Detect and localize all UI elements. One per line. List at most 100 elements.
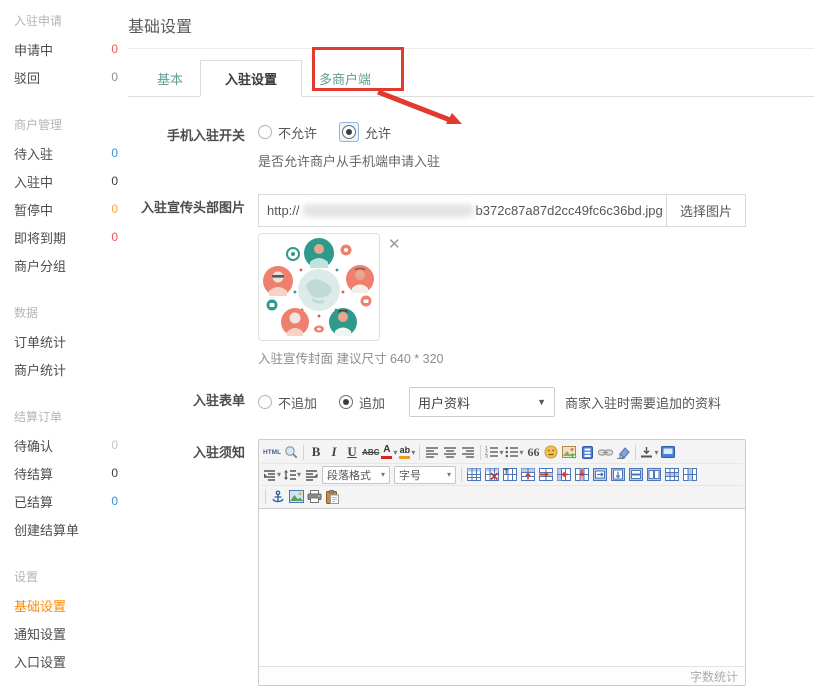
chevron-down-icon: ▼ — [537, 397, 546, 407]
sidebar-item-to-confirm[interactable]: 待确认 0 — [14, 431, 118, 459]
sidebar-item-basic-settings[interactable]: 基础设置 — [14, 591, 118, 619]
align-center-icon[interactable] — [441, 443, 459, 462]
table-head-icon[interactable]: T — [501, 465, 519, 484]
count-badge: 0 — [111, 466, 118, 480]
radio-option-allow[interactable]: 允许 — [339, 122, 391, 142]
insert-hr-icon[interactable]: ▾ — [639, 443, 659, 462]
sidebar-section-merchants: 商户管理 待入驻 0 入驻中 0 暂停中 0 即将到期 0 商户分组 — [14, 110, 118, 279]
anchor-icon[interactable] — [269, 487, 287, 506]
merge-cell-down-icon[interactable] — [609, 465, 627, 484]
merge-cell-right-icon[interactable] — [591, 465, 609, 484]
toolbar-row-1: HTML B I U ABC A▾ ab▾ — [261, 441, 743, 463]
insert-col-left-icon[interactable] — [555, 465, 573, 484]
align-right-icon[interactable] — [459, 443, 477, 462]
svg-text:3: 3 — [485, 455, 488, 459]
promo-illustration — [262, 237, 376, 337]
strikethrough-icon[interactable]: ABC — [361, 443, 380, 462]
sidebar-section-settings: 设置 基础设置 通知设置 入口设置 — [14, 562, 118, 675]
sidebar-section-settlement: 结算订单 待确认 0 待结算 0 已结算 0 创建结算单 — [14, 402, 118, 543]
insert-row-above-icon[interactable] — [519, 465, 537, 484]
insert-link-icon[interactable] — [596, 443, 614, 462]
unordered-list-icon[interactable]: ▾ — [504, 443, 524, 462]
col-props-icon[interactable] — [681, 465, 699, 484]
align-left-icon[interactable] — [423, 443, 441, 462]
line-height-icon[interactable]: ▾ — [282, 465, 302, 484]
italic-icon[interactable]: I — [325, 443, 343, 462]
merchant-settings-page: 入驻申请 申请中 0 驳回 0 商户管理 待入驻 0 入驻中 0 暂停中 0 — [0, 0, 814, 698]
underline-icon[interactable]: U — [343, 443, 361, 462]
toolbar-separator — [461, 467, 462, 482]
paste-icon[interactable] — [323, 487, 341, 506]
fullscreen-icon[interactable] — [659, 443, 677, 462]
sidebar-item-rejected[interactable]: 驳回 0 — [14, 63, 118, 91]
insert-table-icon[interactable] — [465, 465, 483, 484]
choose-image-button[interactable]: 选择图片 — [666, 194, 746, 227]
image-url-input[interactable]: http:// b372c87a87d2cc49fc6c36bd.jpg — [258, 194, 666, 227]
radio-option-deny[interactable]: 不允许 — [258, 123, 317, 142]
toolbar-separator — [419, 445, 420, 460]
tab-basic[interactable]: 基本 — [140, 61, 200, 96]
delete-row-icon[interactable] — [537, 465, 555, 484]
insert-picture-icon[interactable] — [287, 487, 305, 506]
sidebar-item-notify-settings[interactable]: 通知设置 — [14, 619, 118, 647]
emoticon-icon[interactable] — [542, 443, 560, 462]
sidebar-item-settled[interactable]: 已结算 0 — [14, 487, 118, 515]
count-badge: 0 — [111, 494, 118, 508]
sidebar-section-title: 入驻申请 — [14, 6, 118, 35]
page-title: 基础设置 — [128, 0, 814, 48]
row-props-icon[interactable] — [663, 465, 681, 484]
sidebar-item-create-settlement[interactable]: 创建结算单 — [14, 515, 118, 543]
delete-table-icon[interactable] — [483, 465, 501, 484]
radio-icon-checked[interactable] — [339, 395, 353, 409]
text-indent-icon[interactable]: ▾ — [262, 465, 282, 484]
insert-image-icon[interactable] — [560, 443, 578, 462]
delete-col-icon[interactable] — [573, 465, 591, 484]
radio-icon[interactable] — [258, 125, 272, 139]
sidebar-item-pending-entry[interactable]: 待入驻 0 — [14, 139, 118, 167]
main-content: 基础设置 基本 入驻设置 多商户端 手机入驻开关 不允许 — [128, 0, 814, 698]
count-badge: 0 — [111, 438, 118, 452]
sidebar-item-merchant-groups[interactable]: 商户分组 — [14, 251, 118, 279]
profile-select[interactable]: 用户资料 ▼ — [409, 387, 555, 417]
preview-icon[interactable] — [282, 443, 300, 462]
image-size-hint: 入驻宣传封面 建议尺寸 640 * 320 — [258, 348, 814, 367]
font-color-icon[interactable]: A▾ — [380, 443, 398, 462]
sidebar-item-order-stats[interactable]: 订单统计 — [14, 327, 118, 355]
radio-icon[interactable] — [258, 395, 272, 409]
outdent-icon[interactable] — [302, 465, 320, 484]
sidebar: 入驻申请 申请中 0 驳回 0 商户管理 待入驻 0 入驻中 0 暂停中 0 — [0, 0, 128, 694]
ordered-list-icon[interactable]: 123▾ — [484, 443, 504, 462]
sidebar-item-entrance-settings[interactable]: 入口设置 — [14, 647, 118, 675]
rich-text-editor: HTML B I U ABC A▾ ab▾ — [258, 439, 746, 686]
split-row-icon[interactable] — [627, 465, 645, 484]
remove-image-icon[interactable]: ✕ — [388, 237, 401, 252]
paragraph-format-select[interactable]: 段落格式▾ — [322, 466, 390, 484]
radio-icon-checked[interactable] — [342, 125, 356, 139]
split-col-icon[interactable] — [645, 465, 663, 484]
sidebar-item-merchant-stats[interactable]: 商户统计 — [14, 355, 118, 383]
radio-option-append[interactable]: 追加 — [339, 393, 385, 412]
sidebar-section-title: 结算订单 — [14, 402, 118, 431]
remove-format-icon[interactable] — [614, 443, 632, 462]
highlight-color-icon[interactable]: ab▾ — [398, 443, 416, 462]
sidebar-item-applying[interactable]: 申请中 0 — [14, 35, 118, 63]
sidebar-item-paused[interactable]: 暂停中 0 — [14, 195, 118, 223]
toolbar-separator — [265, 489, 266, 504]
sidebar-item-to-settle[interactable]: 待结算 0 — [14, 459, 118, 487]
print-icon[interactable] — [305, 487, 323, 506]
word-count-label: 字数统计 — [690, 668, 738, 685]
blockquote-icon[interactable]: 66 — [524, 443, 542, 462]
radio-option-no-append[interactable]: 不追加 — [258, 393, 317, 412]
font-size-select[interactable]: 字号▾ — [394, 466, 456, 484]
sidebar-item-entered[interactable]: 入驻中 0 — [14, 167, 118, 195]
bold-icon[interactable]: B — [307, 443, 325, 462]
tab-entry-settings[interactable]: 入驻设置 — [200, 60, 302, 97]
insert-media-icon[interactable] — [578, 443, 596, 462]
sidebar-item-expiring[interactable]: 即将到期 0 — [14, 223, 118, 251]
toolbar-row-3 — [261, 485, 743, 507]
editor-content-area[interactable] — [259, 509, 745, 666]
tab-multi-merchant[interactable]: 多商户端 — [302, 61, 388, 96]
editor-statusbar: 字数统计 — [259, 666, 745, 685]
html-source-icon[interactable]: HTML — [262, 443, 282, 462]
masked-url-segment — [302, 204, 474, 217]
